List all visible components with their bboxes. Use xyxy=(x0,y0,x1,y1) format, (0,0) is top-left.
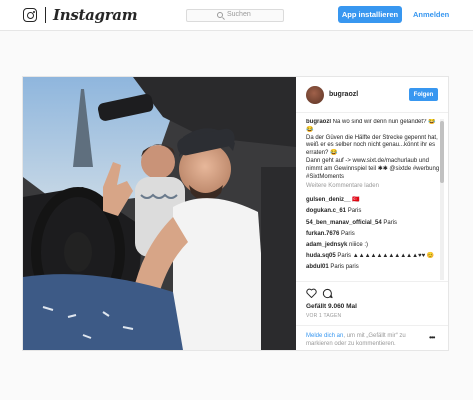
comment-text: Paris xyxy=(347,208,362,215)
search-input[interactable]: Suchen xyxy=(186,9,284,22)
comment-text: Paris xyxy=(383,219,398,226)
comment-username[interactable]: adam_jednsyk xyxy=(306,242,347,248)
logo-divider xyxy=(45,7,46,23)
comment-username[interactable]: dogukan.c_61 xyxy=(306,208,346,214)
caption-text: Na wo sind wir denn nun gelandet? 😂😂 Da … xyxy=(306,119,440,180)
more-options-icon[interactable]: ••• xyxy=(429,333,435,342)
comment-text: Paris xyxy=(341,230,355,237)
post-header: bugraozl Folgen xyxy=(296,77,448,113)
load-more-comments-link[interactable]: Weitere Kommentare laden xyxy=(306,183,440,191)
comments-scrollbar[interactable] xyxy=(440,119,444,280)
comment-username[interactable]: furkan.7676 xyxy=(306,231,339,237)
list-item: adam_jednsyk niiice :) xyxy=(306,242,440,250)
post-side-panel: bugraozl Folgen bugraozl Na wo sind wir … xyxy=(296,77,448,350)
comment-username[interactable]: gulsen_deniz__ xyxy=(306,197,351,203)
search-icon xyxy=(217,12,223,18)
comment-username[interactable]: huda.sq05 xyxy=(306,253,336,259)
login-prompt-link[interactable]: Melde dich an xyxy=(306,333,343,339)
list-item: abdul01 Paris paris xyxy=(306,264,440,272)
login-prompt: Melde dich an, um mit „Gefällt mir“ zu m… xyxy=(296,325,448,351)
list-item: furkan.7676 Paris xyxy=(306,231,440,239)
post-timestamp[interactable]: VOR 1 TAGEN xyxy=(306,313,341,319)
post-actions: Gefällt 9.060 Mal VOR 1 TAGEN Melde dich… xyxy=(296,281,448,350)
list-item: 54_ben_manav_official_54 Paris xyxy=(306,220,440,228)
post-caption: bugraozl Na wo sind wir denn nun gelande… xyxy=(306,119,440,181)
post-photo[interactable] xyxy=(23,77,296,350)
heart-icon[interactable] xyxy=(306,288,317,298)
likes-count[interactable]: Gefällt 9.060 Mal xyxy=(306,303,357,310)
comment-text: niiice :) xyxy=(349,241,369,248)
list-item: gulsen_deniz__ 🇹🇷 xyxy=(306,197,440,205)
comment-username[interactable]: 54_ben_manav_official_54 xyxy=(306,220,382,226)
install-app-button[interactable]: App installieren xyxy=(338,6,402,23)
scrollbar-thumb[interactable] xyxy=(440,121,444,183)
comment-text: Paris paris xyxy=(330,264,359,271)
follow-button[interactable]: Folgen xyxy=(409,88,438,101)
instagram-logo[interactable]: Instagram xyxy=(53,6,138,24)
car-selfie-image xyxy=(23,77,296,350)
search-placeholder: Suchen xyxy=(227,11,251,18)
comment-icon[interactable] xyxy=(322,288,333,299)
list-item: dogukan.c_61 Paris xyxy=(306,208,440,216)
login-link[interactable]: Anmelden xyxy=(413,10,449,19)
post-username[interactable]: bugraozl xyxy=(329,91,358,98)
comment-username[interactable]: abdul01 xyxy=(306,264,329,270)
login-prompt-text: Melde dich an, um mit „Gefällt mir“ zu m… xyxy=(306,333,424,348)
top-navigation-bar: Instagram Suchen App installieren Anmeld… xyxy=(0,0,473,31)
comments-list[interactable]: bugraozl Na wo sind wir denn nun gelande… xyxy=(306,119,440,281)
caption-username[interactable]: bugraozl xyxy=(306,119,331,125)
avatar[interactable] xyxy=(306,86,324,104)
post-card: bugraozl Folgen bugraozl Na wo sind wir … xyxy=(22,76,449,351)
list-item: huda.sq05 Paris ▲▲▲▲▲▲▲▲▲▲▲♥♥ 😊 xyxy=(306,253,440,261)
instagram-camera-icon[interactable] xyxy=(23,8,37,22)
comment-text: Paris ▲▲▲▲▲▲▲▲▲▲▲♥♥ 😊 xyxy=(337,253,435,260)
comment-text: 🇹🇷 xyxy=(352,197,360,204)
